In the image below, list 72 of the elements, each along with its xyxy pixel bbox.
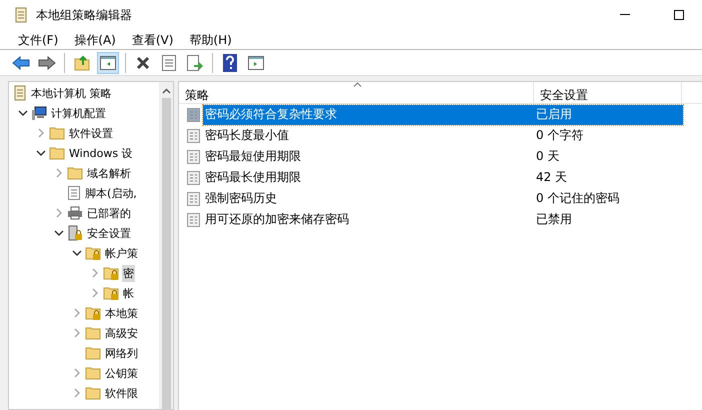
menu-item[interactable]: 帮助(H) bbox=[181, 30, 240, 50]
folder-icon bbox=[49, 146, 65, 160]
maximize-icon bbox=[674, 10, 684, 20]
column-header[interactable]: 策略 bbox=[179, 82, 534, 103]
folder-icon bbox=[85, 326, 101, 340]
table-row[interactable]: 密码长度最小值 0 个字符 bbox=[203, 126, 683, 146]
back-arrow-icon bbox=[12, 56, 30, 70]
policy-icon bbox=[187, 190, 201, 206]
tree-item[interactable]: 脚本(启动, bbox=[84, 184, 138, 202]
tree-item[interactable]: 公钥策 bbox=[104, 364, 139, 382]
table-row[interactable]: 密码必须符合复杂性要求 已启用 bbox=[203, 104, 683, 124]
sort-caret-icon bbox=[353, 82, 362, 87]
scrollbar[interactable] bbox=[159, 82, 173, 409]
tree-item[interactable]: 帐 bbox=[122, 284, 135, 302]
tree-item[interactable]: 软件设置 bbox=[68, 124, 114, 142]
column-header[interactable]: 安全设置 bbox=[534, 82, 682, 103]
chevron-down-icon[interactable] bbox=[36, 148, 46, 158]
policy-icon bbox=[187, 128, 201, 144]
chevron-right-icon[interactable] bbox=[54, 208, 64, 218]
tree-item[interactable]: 网络列 bbox=[104, 344, 139, 362]
panel-icon bbox=[248, 56, 264, 70]
tree-item[interactable]: 安全设置 bbox=[86, 224, 132, 242]
computer-icon bbox=[31, 105, 47, 121]
tree-item[interactable]: 帐户策 bbox=[104, 244, 139, 262]
tree-item[interactable]: 软件限 bbox=[104, 384, 139, 402]
forward-arrow-icon bbox=[38, 56, 56, 70]
panel-icon bbox=[100, 56, 116, 70]
folder-icon bbox=[85, 386, 101, 400]
document-icon bbox=[67, 185, 81, 201]
folder-icon bbox=[85, 346, 101, 360]
tree-item[interactable]: 域名解析 bbox=[86, 164, 132, 182]
menu-item[interactable]: 文件(F) bbox=[10, 30, 66, 50]
tree-item[interactable]: 计算机配置 bbox=[50, 104, 107, 122]
folder-icon bbox=[85, 366, 101, 380]
tree-item[interactable]: 密 bbox=[122, 264, 135, 282]
tree-item[interactable]: 本地策 bbox=[104, 304, 139, 322]
tree-item[interactable]: 已部署的 bbox=[86, 204, 132, 222]
locked-folder-icon bbox=[85, 246, 101, 260]
policy-icon bbox=[187, 148, 201, 164]
locked-folder-icon bbox=[85, 306, 101, 320]
tree-item[interactable]: 本地计算机 策略 bbox=[30, 84, 112, 102]
menu-item[interactable]: 操作(A) bbox=[66, 30, 124, 50]
table-row[interactable]: 强制密码历史 0 个记住的密码 bbox=[203, 188, 683, 208]
folder-up-icon bbox=[74, 54, 90, 70]
server-lock-icon bbox=[67, 225, 83, 241]
table-row[interactable]: 密码最短使用期限 0 天 bbox=[203, 146, 683, 166]
printer-icon bbox=[67, 206, 83, 220]
locked-folder-icon bbox=[103, 266, 119, 280]
export-list-icon bbox=[187, 54, 203, 70]
scroll-icon bbox=[13, 85, 27, 101]
tree-item[interactable]: Windows 设 bbox=[68, 144, 134, 162]
policy-icon bbox=[187, 170, 201, 186]
table-row[interactable]: 密码最长使用期限 42 天 bbox=[203, 168, 683, 188]
window-title: 本地组策略编辑器 bbox=[36, 6, 133, 24]
chevron-right-icon[interactable] bbox=[36, 128, 46, 138]
policy-icon bbox=[187, 106, 201, 122]
folder-icon bbox=[49, 126, 65, 140]
scroll-icon bbox=[14, 7, 28, 23]
chevron-down-icon[interactable] bbox=[18, 108, 28, 118]
help-icon bbox=[223, 54, 237, 72]
tree-item[interactable]: 高级安 bbox=[104, 324, 139, 342]
delete-icon bbox=[136, 56, 150, 70]
menu-item[interactable]: 查看(V) bbox=[124, 30, 182, 50]
properties-icon bbox=[162, 54, 176, 70]
policy-icon bbox=[187, 212, 201, 228]
chevron-right-icon[interactable] bbox=[54, 168, 64, 178]
locked-folder-icon bbox=[103, 286, 119, 300]
toolbar-button[interactable] bbox=[97, 52, 119, 74]
folder-icon bbox=[67, 166, 83, 180]
scroll-up-icon[interactable] bbox=[162, 88, 170, 94]
minimize-icon bbox=[620, 14, 630, 16]
table-row[interactable]: 用可还原的加密来储存密码 已禁用 bbox=[203, 210, 683, 230]
